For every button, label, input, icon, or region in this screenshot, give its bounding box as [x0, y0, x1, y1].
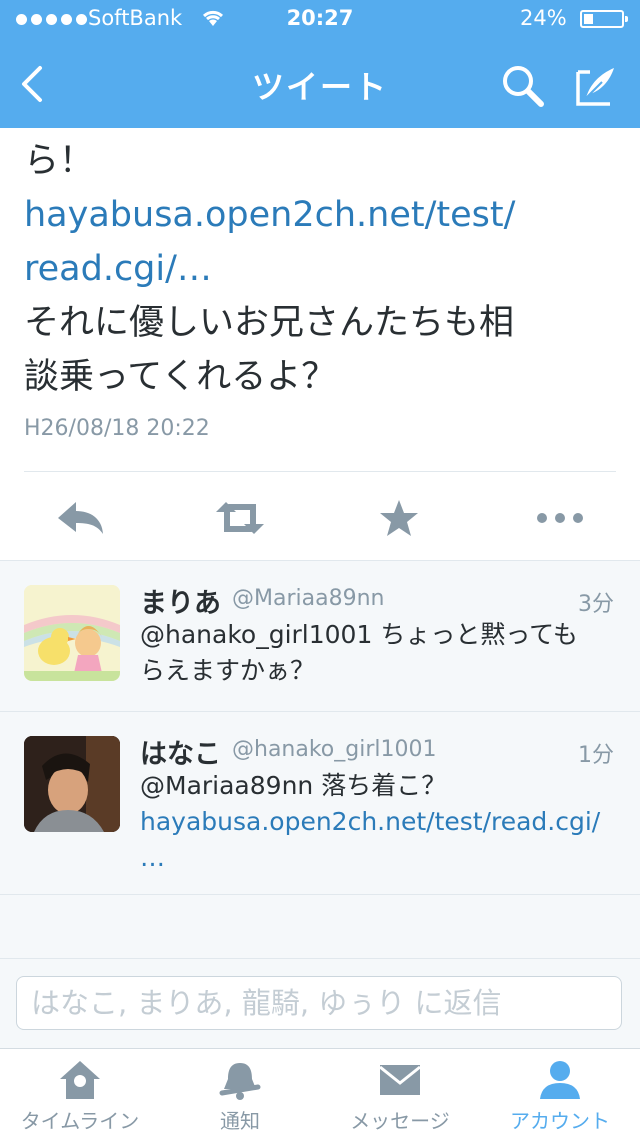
battery-percent: 24%	[520, 6, 567, 30]
home-icon	[58, 1059, 102, 1105]
tweet-link[interactable]: hayabusa.open2ch.net/test/	[24, 188, 614, 242]
reply-composer	[0, 958, 640, 1049]
tab-messages[interactable]: メッセージ	[320, 1049, 480, 1137]
tweet-detail: ら！ hayabusa.open2ch.net/test/ read.cgi/……	[0, 128, 640, 560]
tab-label: 通知	[220, 1109, 260, 1133]
tweet-text-line: ら！	[24, 141, 95, 181]
favorite-button[interactable]	[378, 498, 420, 542]
divider	[0, 894, 640, 895]
search-icon	[503, 66, 544, 107]
reply-input[interactable]	[16, 976, 622, 1030]
header: SoftBank 20:27 24% ツイート	[0, 0, 640, 128]
tweet-text-line: それに優しいお兄さんたちも相	[24, 303, 515, 343]
person-icon	[538, 1059, 582, 1105]
avatar[interactable]	[24, 585, 120, 681]
retweet-icon	[216, 502, 264, 534]
reply-time: 3分	[578, 592, 614, 617]
reply-text-line: @Mariaa89nn 落ち着こ？	[140, 771, 447, 800]
divider	[24, 471, 616, 472]
tab-account[interactable]: アカウント	[480, 1049, 640, 1137]
retweet-button[interactable]	[212, 498, 268, 542]
reply-icon	[58, 502, 103, 534]
more-button[interactable]	[534, 498, 586, 542]
list-item[interactable]: まりあ @Mariaa89nn 3分 @hanako_girl1001 ちょっと…	[0, 561, 640, 711]
reply-link[interactable]: …	[140, 840, 610, 876]
nav-bar: ツイート	[0, 40, 640, 128]
tab-label: メッセージ	[350, 1109, 450, 1133]
reply-link[interactable]: hayabusa.open2ch.net/test/read.cgi/	[140, 804, 610, 840]
reply-text-line: @hanako_girl1001 ちょっと黙っても	[140, 620, 578, 649]
tweet-text-line: 談乗ってくれるよ？	[24, 357, 337, 397]
reply-author-name: はなこ	[140, 739, 221, 770]
tab-notifications[interactable]: 通知	[160, 1049, 320, 1137]
search-button[interactable]	[498, 62, 546, 114]
tab-bar: タイムライン 通知 メッセージ アカウント	[0, 1048, 640, 1137]
more-icon	[537, 513, 583, 523]
battery-icon	[580, 10, 628, 28]
avatar-image	[24, 736, 120, 832]
reply-text: @hanako_girl1001 ちょっと黙っても らえますかぁ？	[140, 617, 610, 689]
compose-icon	[576, 68, 614, 106]
reply-author-name: まりあ	[140, 588, 221, 619]
tweet-text: ら！ hayabusa.open2ch.net/test/ read.cgi/……	[24, 134, 614, 404]
favorite-icon	[380, 500, 418, 536]
tweet-actions	[0, 488, 640, 548]
tweet-link[interactable]: read.cgi/…	[24, 242, 614, 296]
reply-button[interactable]	[56, 498, 106, 542]
reply-list: まりあ @Mariaa89nn 3分 @hanako_girl1001 ちょっと…	[0, 561, 640, 958]
tweet-timestamp: H26/08/18 20:22	[24, 416, 210, 441]
compose-button[interactable]	[572, 62, 620, 114]
avatar-image	[24, 585, 120, 681]
tab-label: アカウント	[510, 1109, 610, 1133]
envelope-icon	[378, 1059, 422, 1105]
avatar[interactable]	[24, 736, 120, 832]
tab-timeline[interactable]: タイムライン	[0, 1049, 160, 1137]
list-item[interactable]: はなこ @hanako_girl1001 1分 @Mariaa89nn 落ち着こ…	[0, 712, 640, 894]
reply-author-handle: @hanako_girl1001	[232, 737, 437, 762]
reply-text: @Mariaa89nn 落ち着こ？ hayabusa.open2ch.net/t…	[140, 768, 610, 876]
reply-author-handle: @Mariaa89nn	[232, 586, 385, 611]
reply-time: 1分	[578, 743, 614, 768]
reply-text-line: らえますかぁ？	[140, 656, 316, 685]
status-bar: SoftBank 20:27 24%	[0, 0, 640, 40]
tab-label: タイムライン	[20, 1109, 140, 1133]
bell-icon	[218, 1059, 262, 1105]
